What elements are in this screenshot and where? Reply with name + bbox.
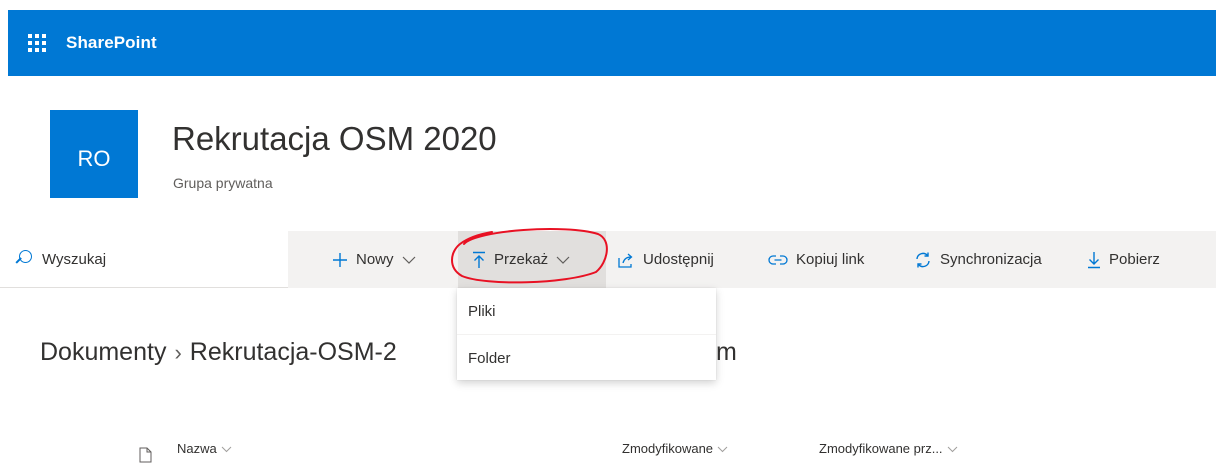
upload-menu-item-files[interactable]: Pliki <box>457 288 716 334</box>
sync-icon <box>914 251 932 269</box>
share-icon <box>617 252 635 268</box>
site-privacy-label: Grupa prywatna <box>173 175 273 191</box>
site-title[interactable]: Rekrutacja OSM 2020 <box>172 120 497 158</box>
app-launcher-icon <box>28 34 46 52</box>
chevron-down-icon <box>402 255 416 265</box>
column-header-modified-by[interactable]: Zmodyfikowane prz... <box>819 441 958 456</box>
upload-menu: Pliki Folder <box>457 288 716 380</box>
link-icon <box>768 253 788 267</box>
site-logo[interactable]: RO <box>50 110 138 198</box>
upload-menu-item-label: Folder <box>468 349 511 367</box>
chevron-down-icon <box>556 255 570 265</box>
download-icon <box>1087 251 1101 269</box>
sync-button[interactable]: Synchronizacja <box>914 231 1042 288</box>
column-header-name[interactable]: Nazwa <box>177 441 232 456</box>
copy-link-button-label: Kopiuj link <box>796 251 865 268</box>
download-button-label: Pobierz <box>1109 251 1160 268</box>
new-button[interactable]: Nowy <box>332 231 416 288</box>
upload-menu-item-folder[interactable]: Folder <box>457 334 716 381</box>
chevron-down-icon <box>221 445 232 453</box>
column-header-label: Zmodyfikowane prz... <box>819 441 943 456</box>
column-header-label: Zmodyfikowane <box>622 441 714 456</box>
chevron-right-icon: › <box>174 340 182 365</box>
download-button[interactable]: Pobierz <box>1087 231 1160 288</box>
search-placeholder: Wyszukaj <box>42 250 107 268</box>
column-header-modified[interactable]: Zmodyfikowane <box>622 441 728 456</box>
site-logo-initials: RO <box>77 146 111 171</box>
app-launcher-button[interactable] <box>8 10 66 76</box>
command-bar: Wyszukaj Nowy Przekaż Udostępnij Kopiuj … <box>0 231 1216 288</box>
new-button-label: Nowy <box>356 251 394 268</box>
app-name[interactable]: SharePoint <box>66 33 157 53</box>
breadcrumb-folder-tail: m <box>716 338 737 366</box>
search-icon <box>14 250 32 268</box>
share-button-label: Udostępnij <box>643 251 714 268</box>
column-header-label: Nazwa <box>177 441 217 456</box>
upload-menu-item-label: Pliki <box>468 302 496 320</box>
share-button[interactable]: Udostępnij <box>617 231 714 288</box>
upload-icon <box>472 251 486 269</box>
breadcrumb-folder[interactable]: Rekrutacja-OSM-2 <box>190 338 397 366</box>
file-type-icon[interactable] <box>139 447 152 463</box>
chevron-down-icon <box>947 445 958 453</box>
copy-link-button[interactable]: Kopiuj link <box>768 231 864 288</box>
breadcrumb: Dokumenty › Rekrutacja-OSM-2 <box>40 338 397 367</box>
search-box[interactable]: Wyszukaj <box>0 231 288 288</box>
breadcrumb-root[interactable]: Dokumenty <box>40 338 166 366</box>
upload-button-label: Przekaż <box>494 251 549 268</box>
plus-icon <box>332 252 348 268</box>
upload-button[interactable]: Przekaż <box>458 231 606 288</box>
suite-header: SharePoint <box>8 10 1216 76</box>
sync-button-label: Synchronizacja <box>940 251 1042 268</box>
chevron-down-icon <box>717 445 728 453</box>
